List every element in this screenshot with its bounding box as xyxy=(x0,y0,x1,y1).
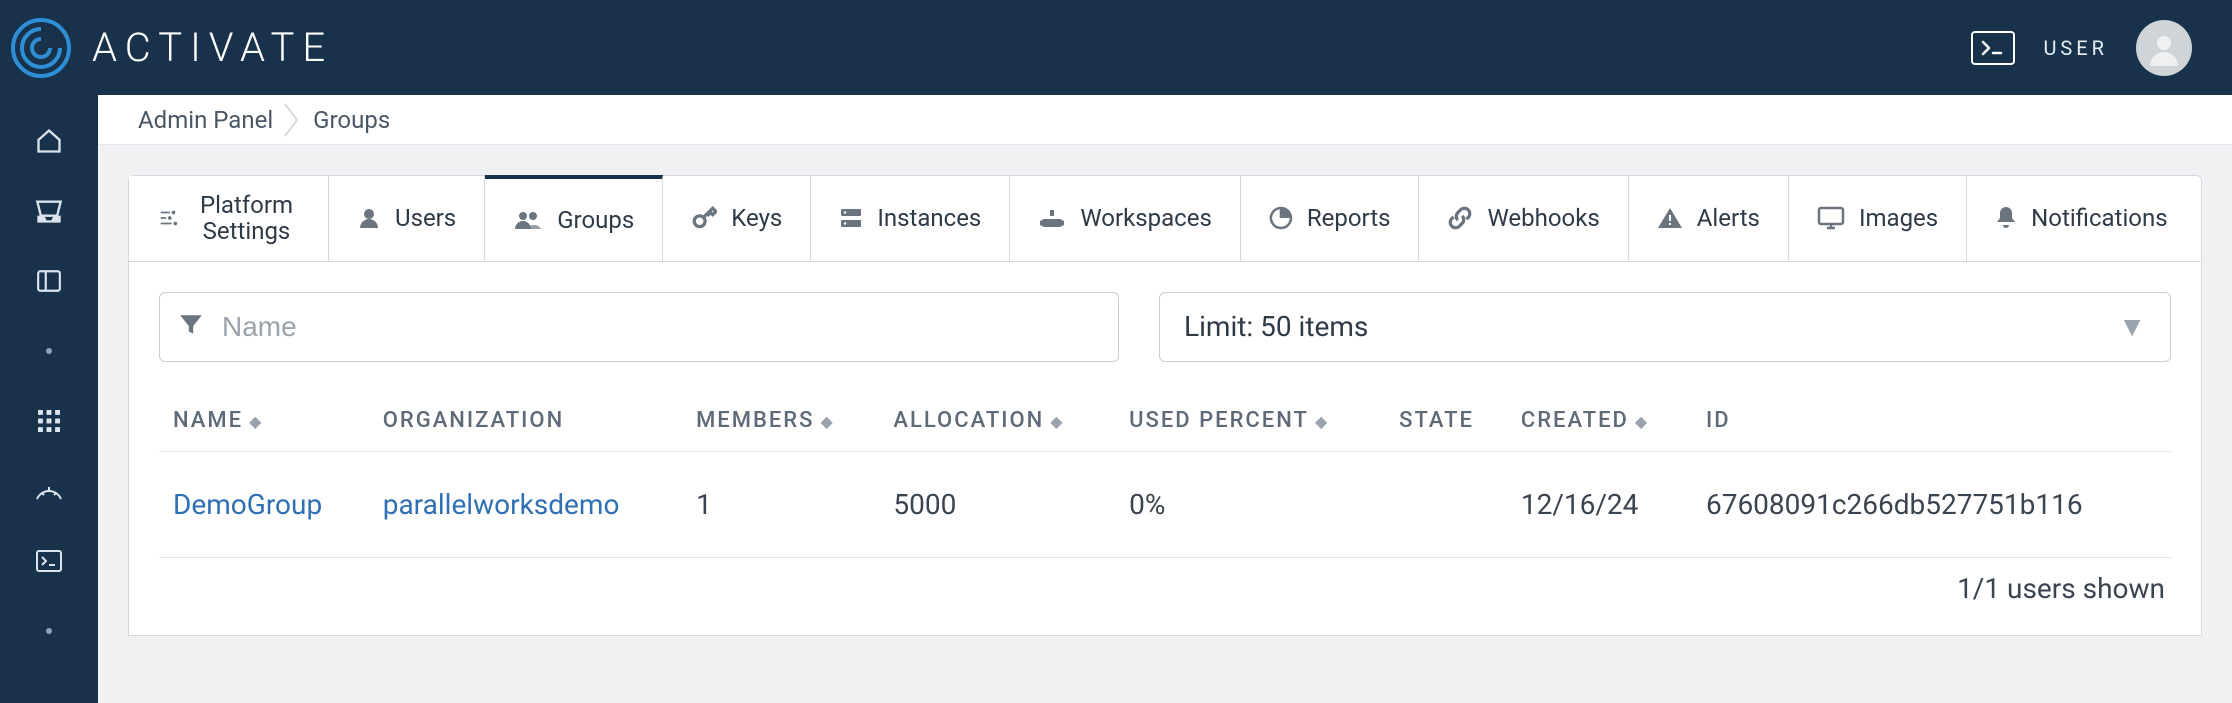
tab-platform-settings[interactable]: Platform Settings xyxy=(129,176,329,261)
tab-label: Groups xyxy=(557,206,634,234)
search-wrap[interactable] xyxy=(159,292,1119,362)
breadcrumb-separator-icon xyxy=(283,102,303,138)
sort-icon: ◆ xyxy=(820,412,834,431)
topbar-right: USER xyxy=(1971,20,2192,76)
tab-keys[interactable]: Keys xyxy=(663,176,811,261)
col-organization[interactable]: ORGANIZATION xyxy=(369,390,682,452)
nav-separator-dot xyxy=(29,615,69,647)
tab-instances[interactable]: Instances xyxy=(811,176,1010,261)
tab-notifications[interactable]: Notifications xyxy=(1967,176,2195,261)
tab-reports[interactable]: Reports xyxy=(1241,176,1420,261)
link-icon xyxy=(1447,205,1473,231)
col-used-percent[interactable]: USED PERCENT ◆ xyxy=(1115,390,1385,452)
tab-alerts[interactable]: Alerts xyxy=(1629,176,1789,261)
bell-icon xyxy=(1995,205,2017,231)
sort-icon: ◆ xyxy=(1315,412,1329,431)
leftnav xyxy=(0,95,98,703)
col-label: ORGANIZATION xyxy=(383,408,564,433)
tab-label: Alerts xyxy=(1697,204,1760,232)
col-created[interactable]: CREATED ◆ xyxy=(1507,390,1692,452)
nav-grid-icon[interactable] xyxy=(29,405,69,437)
col-label: MEMBERS xyxy=(696,408,814,433)
sort-icon: ◆ xyxy=(249,412,263,431)
col-label: NAME xyxy=(173,408,243,433)
cell-state xyxy=(1385,451,1507,557)
settings-icon xyxy=(157,207,179,229)
nav-separator-dot xyxy=(29,335,69,367)
tab-label: Keys xyxy=(731,204,782,232)
monitor-icon xyxy=(1817,206,1845,230)
col-label: ID xyxy=(1706,408,1731,433)
user-label[interactable]: USER xyxy=(2043,36,2108,60)
cell-members: 1 xyxy=(682,451,879,557)
tab-label: Users xyxy=(395,204,456,232)
tab-label: Platform Settings xyxy=(193,192,300,245)
tab-groups[interactable]: Groups xyxy=(485,175,663,261)
col-label: STATE xyxy=(1399,408,1474,433)
nav-gauge-icon[interactable] xyxy=(29,475,69,507)
alert-icon xyxy=(1657,206,1683,230)
col-label: ALLOCATION xyxy=(893,408,1044,433)
breadcrumb-item[interactable]: Groups xyxy=(313,106,390,134)
table-header-row: NAME◆ ORGANIZATION MEMBERS◆ ALLOCATION◆ … xyxy=(159,390,2171,452)
user-avatar-icon xyxy=(2146,30,2182,66)
breadcrumb-item[interactable]: Admin Panel xyxy=(138,106,273,134)
col-state[interactable]: STATE xyxy=(1385,390,1507,452)
col-name[interactable]: NAME ◆ xyxy=(159,390,369,452)
tab-label: Images xyxy=(1859,204,1938,232)
workspace-icon xyxy=(1038,207,1066,229)
tab-webhooks[interactable]: Webhooks xyxy=(1419,176,1628,261)
cell-id: 67608091c266db527751b116 xyxy=(1692,451,2171,557)
table-row[interactable]: DemoGroup parallelworksdemo 1 5000 0% 12… xyxy=(159,451,2171,557)
tab-label: Webhooks xyxy=(1487,204,1599,232)
filters: Limit: 50 items ▼ xyxy=(159,292,2171,362)
col-id[interactable]: ID xyxy=(1692,390,2171,452)
terminal-button[interactable] xyxy=(1971,31,2015,65)
panel: Limit: 50 items ▼ NAME ◆ ORGANIZATION MEM… xyxy=(128,262,2202,636)
sort-icon: ◆ xyxy=(1050,412,1064,431)
brand: ACTIVATE xyxy=(10,17,333,79)
main: Admin Panel Groups Platform Settings Use… xyxy=(98,95,2232,703)
key-icon xyxy=(691,205,717,231)
cell-created: 12/16/24 xyxy=(1507,451,1692,557)
tab-users[interactable]: Users xyxy=(329,176,485,261)
search-input[interactable] xyxy=(222,311,1100,343)
brand-logo-icon xyxy=(10,17,72,79)
user-icon xyxy=(357,206,381,230)
group-icon xyxy=(513,209,543,231)
cell-name[interactable]: DemoGroup xyxy=(159,451,369,557)
server-icon xyxy=(839,207,863,229)
chevron-down-icon: ▼ xyxy=(2118,310,2146,343)
cell-allocation: 5000 xyxy=(879,451,1115,557)
nav-home-icon[interactable] xyxy=(29,125,69,157)
breadcrumb: Admin Panel Groups xyxy=(98,95,2232,145)
tab-label: Workspaces xyxy=(1080,204,1212,232)
tab-label: Reports xyxy=(1307,204,1391,232)
nav-panel-icon[interactable] xyxy=(29,265,69,297)
limit-select[interactable]: Limit: 50 items ▼ xyxy=(1159,292,2171,362)
nav-inbox-icon[interactable] xyxy=(29,195,69,227)
avatar[interactable] xyxy=(2136,20,2192,76)
cell-organization[interactable]: parallelworksdemo xyxy=(369,451,682,557)
nav-terminal-icon[interactable] xyxy=(29,545,69,577)
tab-workspaces[interactable]: Workspaces xyxy=(1010,176,1241,261)
col-allocation[interactable]: ALLOCATION ◆ xyxy=(879,390,1115,452)
cell-used-percent: 0% xyxy=(1115,451,1385,557)
limit-label: Limit: 50 items xyxy=(1184,310,1368,343)
pie-icon xyxy=(1269,206,1293,230)
col-label: USED PERCENT xyxy=(1129,408,1309,433)
filter-icon xyxy=(178,312,204,342)
table-footer-count: 1/1 users shown xyxy=(159,558,2171,605)
tabs: Platform Settings Users Groups Keys Inst… xyxy=(128,175,2202,262)
col-members[interactable]: MEMBERS ◆ xyxy=(682,390,879,452)
sort-icon: ◆ xyxy=(1635,412,1649,431)
terminal-icon xyxy=(1981,40,2005,56)
brand-name: ACTIVATE xyxy=(92,24,333,71)
tab-label: Instances xyxy=(877,204,981,232)
topbar: ACTIVATE USER xyxy=(0,0,2232,95)
col-label: CREATED xyxy=(1521,408,1629,433)
tab-label: Notifications xyxy=(2031,204,2167,232)
groups-table: NAME◆ ORGANIZATION MEMBERS◆ ALLOCATION◆ … xyxy=(159,390,2171,558)
tab-images[interactable]: Images xyxy=(1789,176,1967,261)
